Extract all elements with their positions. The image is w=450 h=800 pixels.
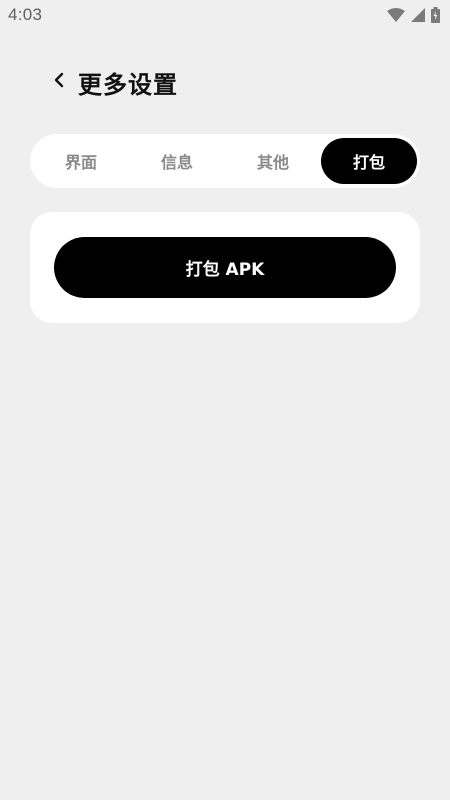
battery-icon	[431, 7, 440, 23]
status-icons	[387, 7, 440, 23]
status-bar: 4:03	[0, 0, 450, 30]
tab-package[interactable]: 打包	[321, 138, 417, 184]
tab-other[interactable]: 其他	[225, 138, 321, 184]
tab-info[interactable]: 信息	[129, 138, 225, 184]
page-title: 更多设置	[78, 70, 178, 99]
back-button[interactable]	[48, 62, 70, 102]
tab-interface[interactable]: 界面	[33, 138, 129, 184]
package-card: 打包 APK	[30, 212, 420, 323]
wifi-icon	[387, 8, 405, 22]
header: 更多设置	[48, 62, 178, 102]
cell-signal-icon	[411, 8, 425, 22]
build-apk-button[interactable]: 打包 APK	[54, 237, 396, 298]
status-time: 4:03	[8, 5, 43, 24]
chevron-left-icon	[53, 72, 65, 92]
tab-bar: 界面 信息 其他 打包	[30, 134, 420, 188]
